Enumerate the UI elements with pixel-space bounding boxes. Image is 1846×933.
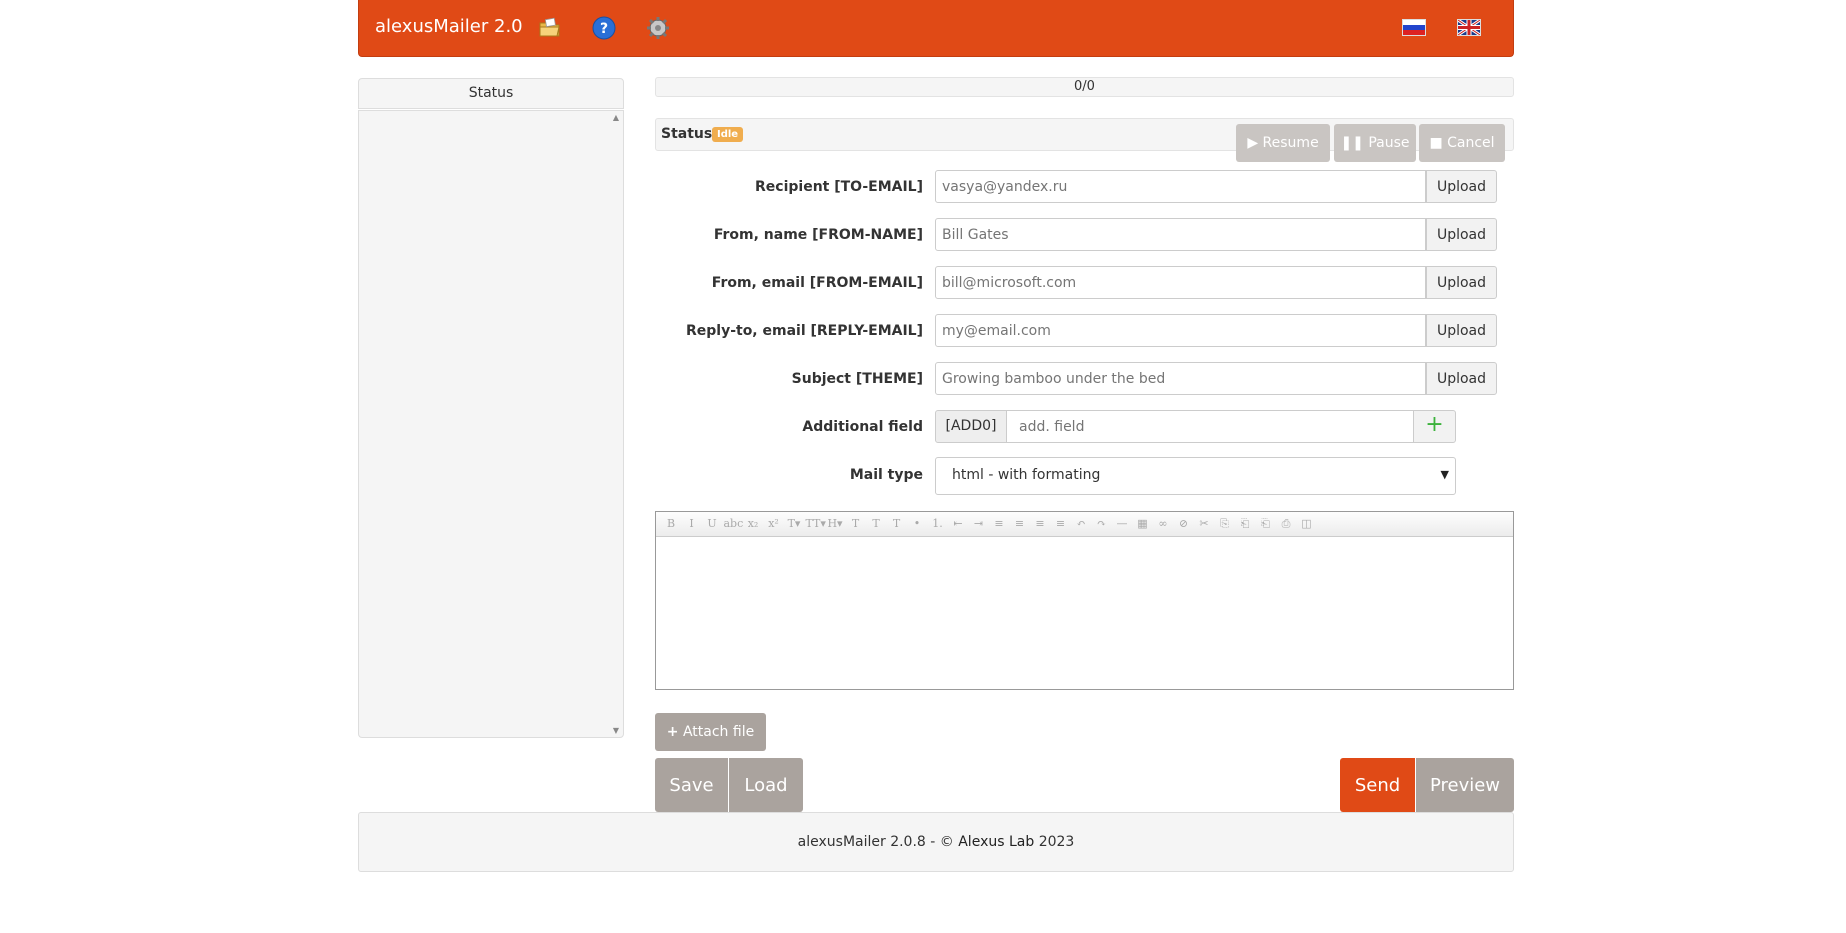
load-button[interactable]: Load [729,758,803,812]
editor-toolbar: B I Uabc x₂ x² T▾ TT▾ H▾ T T T • 1. ⇤ ⇥ ≡ ≡ ≡ ≡ ↶ ↷ — ▦ ∞ ⊘ ✂ ⎘ ⎗ ⎗ ⎙… [656,512,1513,537]
undo-icon[interactable]: ↶ [1072,515,1090,533]
folder-icon[interactable] [537,15,563,41]
app-title[interactable]: alexusMailer 2.0 [375,16,523,37]
pause-button[interactable]: ❚❚ Pause [1334,124,1416,162]
from-email-input[interactable] [935,266,1426,299]
pause-icon: ❚❚ [1340,135,1364,151]
subject-label: Subject [THEME] [791,371,923,387]
insert-image-icon[interactable]: ▦ [1134,515,1152,533]
subscript-icon[interactable]: x₂ [744,515,762,533]
progress-text: 0/0 [1074,79,1095,94]
chevron-down-icon: ▼ [1440,468,1449,481]
mail-type-select[interactable]: html - with formating ▼ [935,457,1456,495]
progress-bar: 0/0 [655,77,1514,97]
footer: alexusMailer 2.0.8 - © Alexus Lab 2023 [358,812,1514,872]
top-navbar: alexusMailer 2.0 ? [358,0,1514,57]
justify-icon[interactable]: ≡ [1052,515,1070,533]
subject-upload-button[interactable]: Upload [1426,362,1497,395]
footer-year: 2023 [1034,834,1075,850]
scroll-down-arrow-icon[interactable]: ▼ [613,726,619,735]
cancel-button[interactable]: ■ Cancel [1419,124,1505,162]
send-button[interactable]: Send [1340,758,1415,812]
status-log-panel[interactable]: ▲ ▼ [358,110,624,738]
additional-field-input[interactable] [1006,410,1414,443]
message-editor[interactable]: B I Uabc x₂ x² T▾ TT▾ H▾ T T T • 1. ⇤ ⇥ ≡ ≡ ≡ ≡ ↶ ↷ — ▦ ∞ ⊘ ✂ ⎘ ⎗ ⎗ ⎙… [655,511,1514,690]
attach-file-button[interactable]: + Attach file [655,713,766,751]
svg-text:?: ? [600,21,608,37]
mail-type-value: html - with formating [952,467,1101,483]
print-icon[interactable]: ⎙ [1277,515,1295,533]
underline-icon[interactable]: U [703,515,721,533]
paste-icon[interactable]: ⎗ [1236,515,1254,533]
indent-icon[interactable]: ⇥ [970,515,988,533]
scroll-up-arrow-icon[interactable]: ▲ [613,113,619,122]
from-name-label: From, name [FROM-NAME] [713,227,923,243]
status-label: Status: [661,126,718,142]
subject-input[interactable] [935,362,1426,395]
additional-field-tag: [ADD0] [935,410,1007,443]
insert-link-icon[interactable]: ∞ [1154,515,1172,533]
additional-field-label: Additional field [802,419,923,435]
recipient-label: Recipient [TO-EMAIL] [755,179,923,195]
outdent-icon[interactable]: ⇤ [949,515,967,533]
copy-icon[interactable]: ⎘ [1216,515,1234,533]
from-email-upload-button[interactable]: Upload [1426,266,1497,299]
paste-text-icon[interactable]: ⎗ [1257,515,1275,533]
cut-icon[interactable]: ✂ [1195,515,1213,533]
italic-icon[interactable]: I [683,515,701,533]
heading-icon[interactable]: H▾ [826,515,844,533]
settings-icon[interactable] [645,15,671,41]
mail-type-label: Mail type [849,467,923,483]
from-email-label: From, email [FROM-EMAIL] [711,275,923,291]
horizontal-rule-icon[interactable]: — [1113,515,1131,533]
font-name-icon[interactable]: T▾ [785,515,803,533]
save-button[interactable]: Save [655,758,728,812]
from-name-upload-button[interactable]: Upload [1426,218,1497,251]
numbered-list-icon[interactable]: 1. [929,515,947,533]
reply-email-upload-button[interactable]: Upload [1426,314,1497,347]
highlight-icon[interactable]: T [867,515,885,533]
reply-email-input[interactable] [935,314,1426,347]
reply-email-label: Reply-to, email [REPLY-EMAIL] [685,323,923,339]
source-icon[interactable]: ◫ [1298,515,1316,533]
help-icon[interactable]: ? [591,15,617,41]
align-center-icon[interactable]: ≡ [1011,515,1029,533]
font-size-icon[interactable]: TT▾ [806,515,826,533]
recipient-upload-button[interactable]: Upload [1426,170,1497,203]
preview-button[interactable]: Preview [1416,758,1514,812]
resume-button[interactable]: ▶ Resume [1236,124,1330,162]
status-badge: Idle [712,127,744,142]
play-icon: ▶ [1247,135,1259,151]
strikethrough-icon[interactable]: abc [724,515,744,533]
recipient-input[interactable] [935,170,1426,203]
align-left-icon[interactable]: ≡ [990,515,1008,533]
footer-text: alexusMailer 2.0.8 - © [797,834,959,850]
status-panel-title: Status [358,78,624,109]
remove-format-icon[interactable]: T [888,515,906,533]
text-color-icon[interactable]: T [847,515,865,533]
stop-icon: ■ [1429,135,1443,151]
superscript-icon[interactable]: x² [765,515,783,533]
alexus-lab-link[interactable]: Alexus Lab [958,834,1034,850]
from-name-input[interactable] [935,218,1426,251]
russian-flag-icon[interactable] [1402,19,1426,36]
uk-flag-icon[interactable] [1457,18,1481,37]
add-field-plus-icon[interactable]: + [1413,410,1456,443]
redo-icon[interactable]: ↷ [1093,515,1111,533]
bold-icon[interactable]: B [662,515,680,533]
unlink-icon[interactable]: ⊘ [1175,515,1193,533]
plus-icon: + [666,724,679,740]
bullet-list-icon[interactable]: • [908,515,926,533]
align-right-icon[interactable]: ≡ [1031,515,1049,533]
